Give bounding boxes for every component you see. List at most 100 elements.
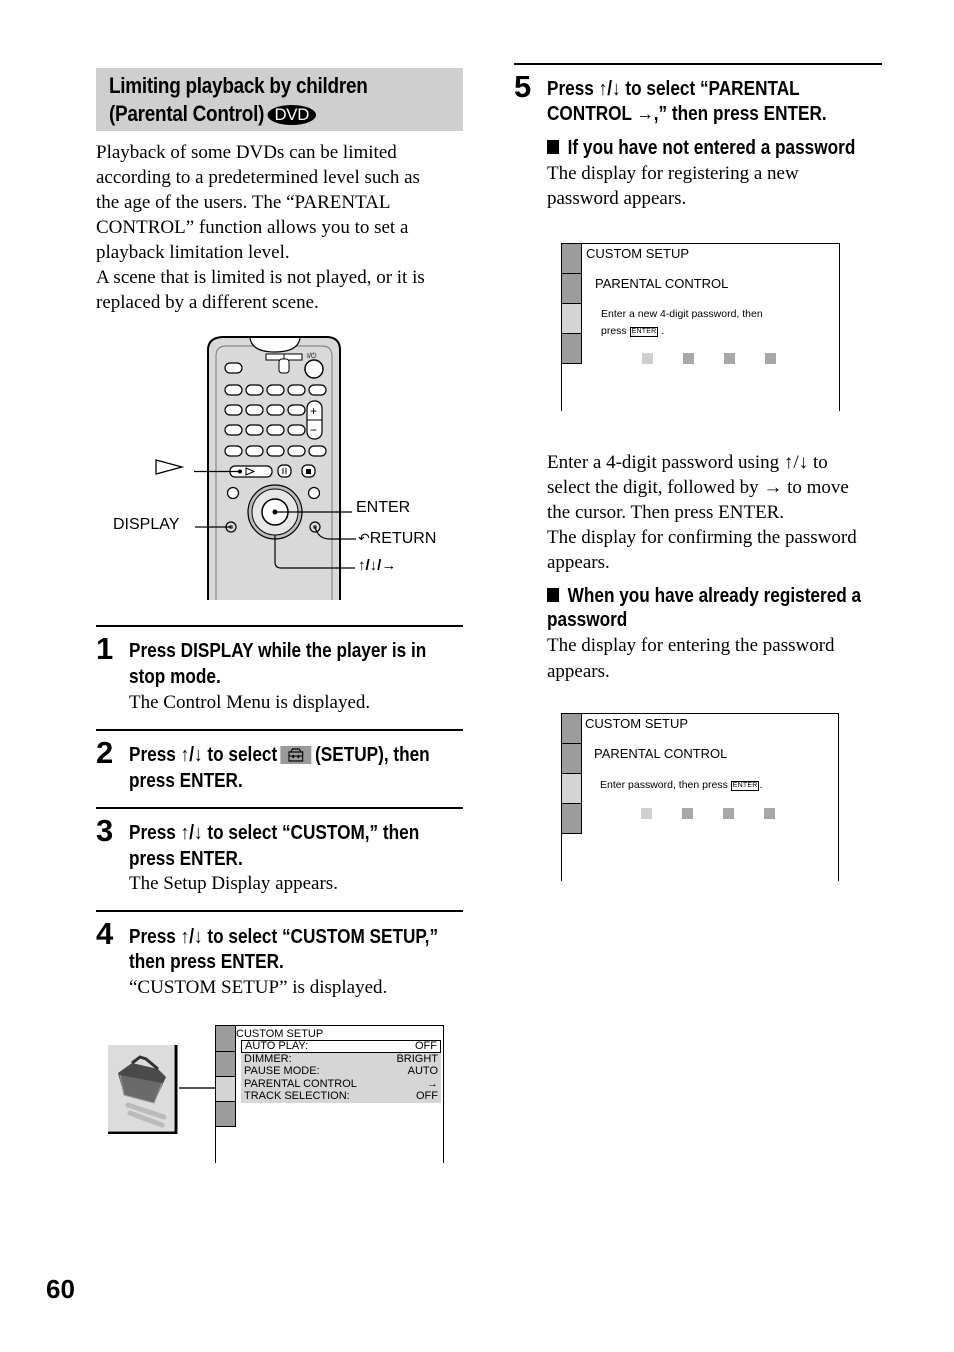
enter-instructions: Enter a 4-digit password using ↑/↓ to se… xyxy=(547,450,887,575)
intro-line: A scene that is limited is not played, o… xyxy=(96,267,425,288)
new-password-screen: CUSTOM SETUP PARENTAL CONTROL Enter a ne… xyxy=(561,243,840,411)
step-5-number: 5 xyxy=(514,69,532,104)
custom-setup-screen: CUSTOM SETUP AUTO PLAY: OFF DIMMER: BRIGHT… xyxy=(215,1025,444,1163)
not-entered-heading: If you have not entered a password xyxy=(547,136,855,160)
step-1-title-line1: Press DISPLAY while the player is in xyxy=(129,640,427,662)
step-2-title-line1: Press ↑/↓ to select (SETUP), then xyxy=(129,742,430,768)
menu-item-label: PAUSE MODE: xyxy=(244,1065,320,1078)
menu-item-parental-control[interactable]: PARENTAL CONTROL → xyxy=(241,1077,441,1091)
menu-item-value: AUTO xyxy=(407,1065,438,1078)
tab-3-selected xyxy=(562,304,582,334)
not-entered-heading-text: If you have not entered a password xyxy=(567,137,856,159)
step-divider xyxy=(96,910,463,912)
step-2-number: 2 xyxy=(96,735,114,770)
menu-item-track-selection[interactable]: TRACK SELECTION: OFF xyxy=(241,1090,441,1103)
tab-2 xyxy=(562,744,582,774)
intro-line: the age of the users. The “PARENTAL xyxy=(96,192,391,213)
intro-line: replaced by a different scene. xyxy=(96,292,319,313)
tab-1 xyxy=(562,244,582,274)
tab-1 xyxy=(216,1026,236,1052)
prompt-text: Enter password, then press xyxy=(600,779,728,791)
step-divider xyxy=(96,625,463,627)
tab-1 xyxy=(562,714,582,744)
square-bullet-icon xyxy=(547,140,560,154)
intro-line: playback limitation level. xyxy=(96,242,290,263)
screen-tabs xyxy=(562,244,582,364)
section-title-line2: (Parental Control) DVD xyxy=(109,101,317,127)
intro-line: according to a predetermined level such … xyxy=(96,167,420,188)
svg-text:I/⏻: I/⏻ xyxy=(307,352,317,360)
tab-4 xyxy=(562,804,582,834)
password-digit-3[interactable] xyxy=(723,808,734,819)
menu-item-label: TRACK SELECTION: xyxy=(244,1090,350,1103)
screen-title: CUSTOM SETUP xyxy=(236,1028,324,1040)
prompt-text: press xyxy=(601,325,627,337)
screen-subtitle: PARENTAL CONTROL xyxy=(595,276,729,291)
menu-item-label: AUTO PLAY: xyxy=(245,1040,309,1052)
section-heading: Limiting playback by children (Parental … xyxy=(96,68,463,131)
already-registered-heading-line1: When you have already registered a xyxy=(547,584,861,608)
enter-key-icon: ENTER xyxy=(730,781,760,791)
step-4-desc: “CUSTOM SETUP” is displayed. xyxy=(129,977,388,998)
not-entered-desc-line2: password appears. xyxy=(547,188,687,209)
screen-title: CUSTOM SETUP xyxy=(585,716,689,731)
display-label: DISPLAY xyxy=(113,516,180,533)
menu-item-value: BRIGHT xyxy=(396,1053,438,1065)
square-bullet-icon xyxy=(547,588,560,602)
menu-item-dimmer[interactable]: DIMMER: BRIGHT xyxy=(241,1053,441,1066)
password-digit-4[interactable] xyxy=(765,353,776,364)
tab-4 xyxy=(562,334,582,364)
toolbox-icon xyxy=(108,1045,178,1135)
password-digit-2[interactable] xyxy=(682,808,693,819)
already-registered-heading-line2: password xyxy=(547,609,628,631)
screen-subtitle: PARENTAL CONTROL xyxy=(594,746,728,761)
step-5-title-line1: Press ↑/↓ to select “PARENTAL xyxy=(547,78,800,100)
instruction-line: appears. xyxy=(547,552,610,573)
step-2-title-post: (SETUP), then xyxy=(315,744,430,766)
prompt-line1: Enter a new 4-digit password, then xyxy=(601,308,763,320)
menu-item-auto-play[interactable]: AUTO PLAY: OFF xyxy=(241,1040,441,1053)
password-digit-2[interactable] xyxy=(683,353,694,364)
step-3-title-line1: Press ↑/↓ to select “CUSTOM,” then xyxy=(129,822,420,844)
step-4-title-line2: then press ENTER. xyxy=(129,951,284,973)
already-registered-desc-line1: The display for entering the password xyxy=(547,635,835,656)
tab-3-selected xyxy=(562,774,582,804)
password-digit-4[interactable] xyxy=(764,808,775,819)
step-2-title-pre: Press ↑/↓ to select xyxy=(129,744,278,766)
svg-text:−: − xyxy=(310,423,317,437)
setup-chip xyxy=(280,746,312,764)
step-4-number: 4 xyxy=(96,916,114,951)
toolbox-icon xyxy=(288,748,304,762)
page-number: 60 xyxy=(46,1274,75,1304)
dvd-badge: DVD xyxy=(267,105,317,125)
step-1-title-line2: stop mode. xyxy=(129,666,221,688)
tab-2 xyxy=(562,274,582,304)
screen-tabs xyxy=(562,714,582,834)
remote-control-icon: I/⏻ + − xyxy=(155,336,356,600)
menu-item-pause-mode[interactable]: PAUSE MODE: AUTO xyxy=(241,1065,441,1078)
instruction-line: Enter a 4-digit password using ↑/↓ to xyxy=(547,452,828,473)
not-entered-desc-line1: The display for registering a new xyxy=(547,163,799,184)
step-divider xyxy=(514,63,882,65)
step-divider xyxy=(96,807,463,809)
menu-item-label: DIMMER: xyxy=(244,1053,292,1065)
password-digit-3[interactable] xyxy=(724,353,735,364)
connector-line xyxy=(179,1087,218,1089)
instruction-line: select the digit, followed by → to move xyxy=(547,477,849,498)
prompt-line: Enter password, then press ENTER. xyxy=(600,779,762,791)
tab-4 xyxy=(216,1102,236,1127)
already-registered-heading-text: When you have already registered a xyxy=(567,585,862,607)
enter-password-screen: CUSTOM SETUP PARENTAL CONTROL Enter pass… xyxy=(561,713,839,881)
intro-line: CONTROL” function allows you to set a xyxy=(96,217,409,238)
return-label-text: RETURN xyxy=(369,530,437,547)
screen-tabs xyxy=(216,1026,236,1127)
password-digit-1[interactable] xyxy=(641,808,652,819)
password-digit-1[interactable] xyxy=(642,353,653,364)
intro-paragraph: Playback of some DVDs can be limited acc… xyxy=(96,140,466,315)
step-1-number: 1 xyxy=(96,631,114,666)
prompt-text: . xyxy=(759,779,763,791)
tab-3-selected xyxy=(216,1077,236,1102)
instruction-line: the cursor. Then press ENTER. xyxy=(547,502,785,523)
instruction-line: The display for confirming the password xyxy=(547,527,857,548)
step-3-number: 3 xyxy=(96,813,114,848)
